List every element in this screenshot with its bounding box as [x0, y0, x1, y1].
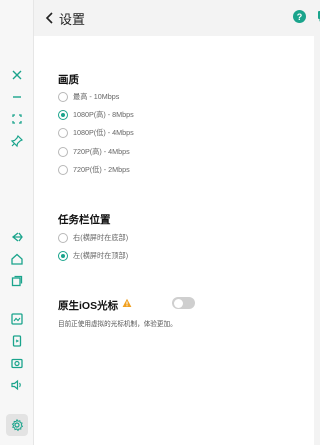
rotate-icon[interactable]	[6, 330, 28, 352]
quality-option[interactable]: 1080P(高) - 8Mbps	[58, 108, 134, 122]
radio-button[interactable]	[58, 128, 68, 138]
quality-option[interactable]: 最高 - 10Mbps	[58, 90, 119, 104]
quality-option[interactable]: 1080P(低) - 4Mbps	[58, 126, 134, 140]
taskbar-option[interactable]: 右(横屏时在底部)	[58, 231, 128, 245]
radio-button[interactable]	[58, 165, 68, 175]
native-cursor-title: 原生iOS光标	[58, 300, 119, 312]
radio-button[interactable]	[58, 147, 68, 157]
taskbar-option-label: 左(横屏时在顶部)	[73, 251, 129, 260]
settings-panel: 画质 最高 - 10Mbps 1080P(高) - 8Mbps 1080P(低)…	[34, 36, 314, 445]
volume-icon[interactable]	[6, 374, 28, 396]
screenshot-icon[interactable]	[6, 308, 28, 330]
radio-button[interactable]	[58, 251, 68, 261]
quality-option-label: 1080P(高) - 8Mbps	[73, 110, 134, 119]
warning-icon	[122, 298, 132, 307]
recents-icon[interactable]	[6, 270, 28, 292]
pin-icon[interactable]	[6, 130, 28, 152]
taskbar-option-label: 右(横屏时在底部)	[73, 233, 129, 242]
header-bar: 设置 ?	[34, 0, 320, 36]
taskbar-option[interactable]: 左(横屏时在顶部)	[58, 249, 128, 263]
page-title: 设置	[59, 12, 86, 27]
minimize-icon[interactable]	[6, 86, 28, 108]
fullscreen-icon[interactable]	[6, 108, 28, 130]
home-icon[interactable]	[6, 248, 28, 270]
settings-icon[interactable]	[6, 414, 28, 436]
back-button[interactable]	[40, 8, 60, 28]
chevron-left-icon	[45, 12, 53, 24]
quality-option-label: 最高 - 10Mbps	[73, 92, 120, 101]
taskbar-section-title: 任务栏位置	[58, 214, 111, 226]
side-toolbar	[0, 0, 34, 445]
radio-button[interactable]	[58, 92, 68, 102]
close-icon[interactable]	[6, 64, 28, 86]
camera-icon[interactable]	[6, 352, 28, 374]
quality-section-title: 画质	[58, 74, 79, 86]
quality-option-label: 720P(高) - 4Mbps	[73, 147, 130, 156]
back-icon[interactable]	[6, 226, 28, 248]
quality-option-label: 720P(低) - 2Mbps	[73, 165, 130, 174]
native-cursor-toggle[interactable]	[172, 297, 195, 309]
radio-button[interactable]	[58, 233, 68, 243]
radio-button[interactable]	[58, 110, 68, 120]
quality-option-label: 1080P(低) - 4Mbps	[73, 128, 134, 137]
quality-option[interactable]: 720P(低) - 2Mbps	[58, 163, 130, 177]
help-icon[interactable]: ?	[293, 10, 306, 23]
native-cursor-description: 目前正使用虚拟的光标机制，体验更加。	[58, 321, 177, 328]
quality-option[interactable]: 720P(高) - 4Mbps	[58, 145, 130, 159]
